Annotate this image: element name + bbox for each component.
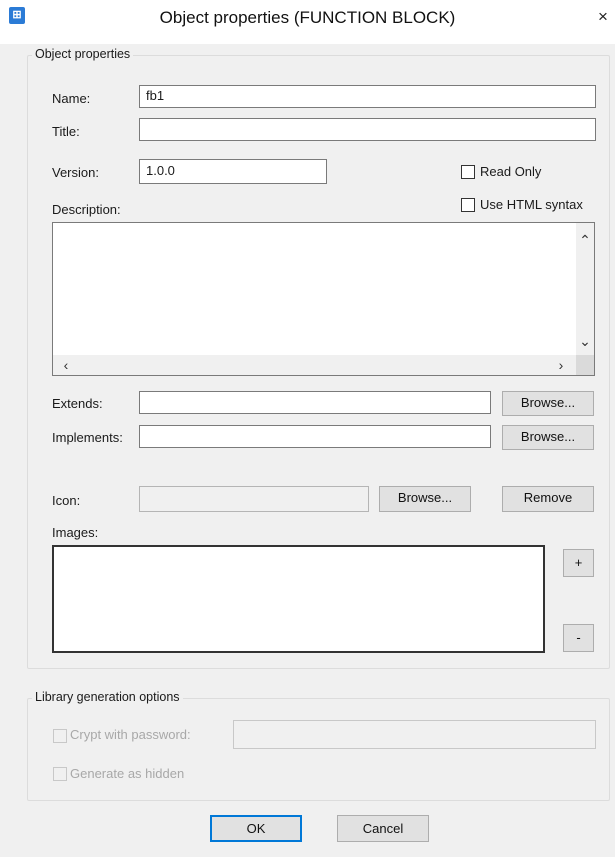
cancel-button[interactable]: Cancel [337,815,429,842]
icon-label: Icon: [52,493,81,508]
use-html-checkbox[interactable] [461,198,475,212]
images-list[interactable] [52,545,545,653]
crypt-password-checkbox [53,729,67,743]
close-icon[interactable]: × [594,8,612,26]
read-only-checkbox[interactable] [461,165,475,179]
implements-browse-button[interactable]: Browse... [502,425,594,450]
library-options-legend: Library generation options [32,690,183,704]
description-textarea[interactable] [52,222,595,376]
read-only-label: Read Only [480,164,542,179]
title-field[interactable] [139,118,596,141]
icon-browse-button[interactable]: Browse... [379,486,471,512]
implements-label: Implements: [52,430,123,445]
images-label: Images: [52,525,99,540]
scroll-right-icon[interactable]: › [555,357,567,373]
description-label: Description: [52,202,121,217]
scrollbar-corner [576,355,594,375]
implements-field[interactable] [139,425,491,448]
extends-browse-button[interactable]: Browse... [502,391,594,416]
crypt-password-field [233,720,596,749]
generate-hidden-label: Generate as hidden [70,766,185,781]
scroll-left-icon[interactable]: ‹ [60,357,72,373]
scroll-down-icon[interactable]: ⌄ [576,333,594,349]
name-field[interactable]: fb1 [139,85,596,108]
object-properties-legend: Object properties [32,47,134,61]
use-html-label: Use HTML syntax [480,197,583,212]
name-label: Name: [52,91,91,106]
extends-field[interactable] [139,391,491,414]
remove-image-button[interactable]: - [563,624,594,652]
add-image-button[interactable]: + [563,549,594,577]
icon-remove-button[interactable]: Remove [502,486,594,512]
scroll-up-icon[interactable]: ⌃ [576,232,594,248]
icon-field [139,486,369,512]
generate-hidden-checkbox [53,767,67,781]
ok-button[interactable]: OK [210,815,302,842]
title-label: Title: [52,124,80,139]
extends-label: Extends: [52,396,103,411]
crypt-password-label: Crypt with password: [70,727,191,742]
version-label: Version: [52,165,99,180]
description-horizontal-scrollbar[interactable] [53,355,576,375]
library-options-group [27,698,610,801]
dialog-title: Object properties (FUNCTION BLOCK) [159,8,456,27]
version-field[interactable]: 1.0.0 [139,159,327,184]
